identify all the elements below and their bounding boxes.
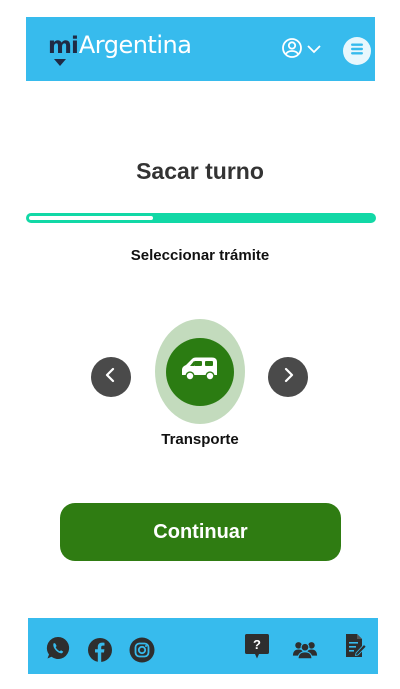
progress-bar — [26, 213, 376, 223]
chevron-left-icon — [103, 367, 119, 388]
mi-argentina-logo[interactable]: mi Argentina — [48, 31, 192, 67]
menu-button[interactable] — [343, 37, 371, 65]
community-icon[interactable] — [292, 637, 318, 663]
help-icon[interactable]: ? — [244, 634, 270, 660]
step-label: Seleccionar trámite — [130, 247, 270, 264]
logo-brand-text: Argentina — [78, 31, 192, 59]
option-transporte[interactable] — [155, 319, 245, 424]
logo-arrow-icon — [54, 59, 66, 66]
instagram-icon[interactable] — [129, 637, 155, 663]
whatsapp-icon[interactable] — [45, 635, 71, 661]
svg-text:?: ? — [253, 637, 261, 652]
document-icon[interactable] — [342, 633, 368, 659]
option-label: Transporte — [161, 431, 239, 448]
chevron-right-icon — [280, 367, 296, 388]
chevron-down-icon — [306, 42, 322, 60]
user-menu-button[interactable] — [281, 37, 322, 64]
progress-fill — [29, 216, 153, 220]
user-icon — [281, 37, 303, 64]
footer-bar: ? — [28, 618, 378, 674]
menu-icon — [350, 42, 364, 61]
page-title: Sacar turno — [136, 158, 264, 184]
facebook-icon[interactable] — [87, 637, 113, 663]
option-icon-circle — [166, 338, 234, 406]
logo-mi-text: mi — [48, 33, 79, 59]
continue-button[interactable]: Continuar — [60, 503, 341, 561]
vehicle-icon — [179, 355, 221, 390]
previous-option-button[interactable] — [91, 357, 131, 397]
next-option-button[interactable] — [268, 357, 308, 397]
header-bar: mi Argentina — [26, 17, 375, 81]
